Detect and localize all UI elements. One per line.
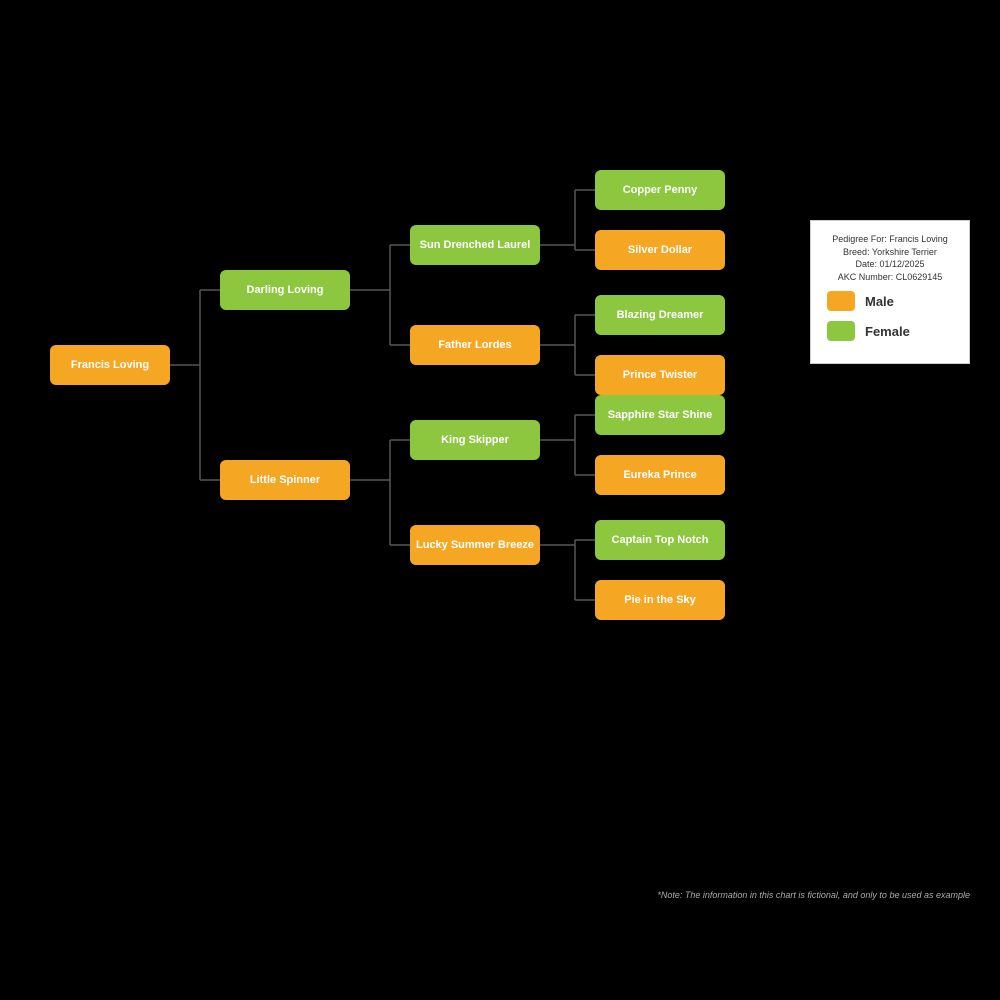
node-eureka: Eureka Prince <box>595 455 725 495</box>
pedigree-chart: Francis Loving Darling Loving Little Spi… <box>30 130 790 710</box>
node-silver: Silver Dollar <box>595 230 725 270</box>
node-captain: Captain Top Notch <box>595 520 725 560</box>
node-root: Francis Loving <box>50 345 170 385</box>
node-lucky: Lucky Summer Breeze <box>410 525 540 565</box>
node-darling: Darling Loving <box>220 270 350 310</box>
male-swatch <box>827 291 855 311</box>
footnote: *Note: The information in this chart is … <box>657 890 970 900</box>
node-sapphire: Sapphire Star Shine <box>595 395 725 435</box>
legend-box: Pedigree For: Francis Loving Breed: York… <box>810 220 970 364</box>
legend-title: Pedigree For: Francis Loving Breed: York… <box>827 233 953 283</box>
node-copper: Copper Penny <box>595 170 725 210</box>
node-blazing: Blazing Dreamer <box>595 295 725 335</box>
node-little: Little Spinner <box>220 460 350 500</box>
node-sun: Sun Drenched Laurel <box>410 225 540 265</box>
node-prince: Prince Twister <box>595 355 725 395</box>
node-king: King Skipper <box>410 420 540 460</box>
legend-female-label: Female <box>865 324 910 339</box>
legend-female: Female <box>827 321 953 341</box>
node-father: Father Lordes <box>410 325 540 365</box>
legend-male: Male <box>827 291 953 311</box>
female-swatch <box>827 321 855 341</box>
node-pie: Pie in the Sky <box>595 580 725 620</box>
legend-male-label: Male <box>865 294 894 309</box>
